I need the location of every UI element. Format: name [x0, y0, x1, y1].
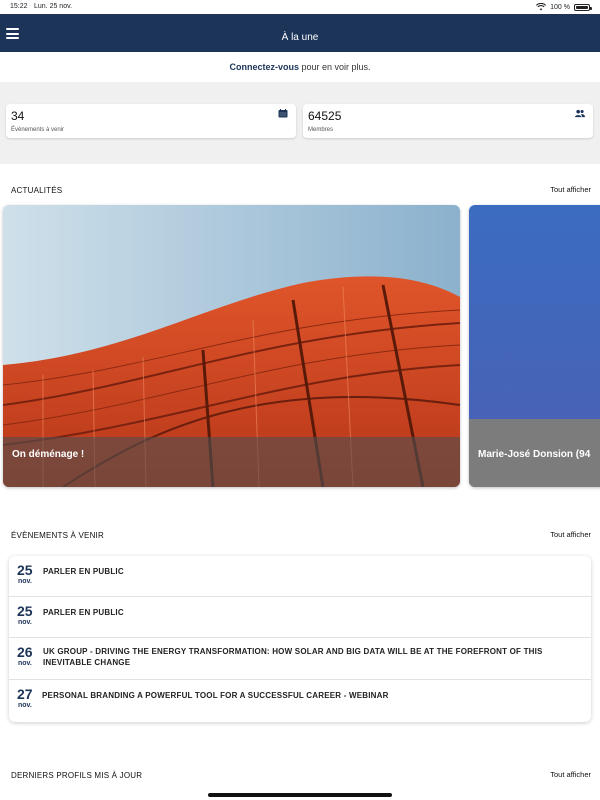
event-month: nov.	[18, 660, 32, 667]
news-card[interactable]: On déménage !	[3, 205, 460, 487]
news-card[interactable]: Marie-José Donsion (94	[469, 205, 600, 487]
stat-events-value: 34	[11, 109, 25, 123]
stat-members-value: 64525	[308, 109, 342, 123]
news-card-title: On déménage !	[12, 449, 85, 460]
status-right: 100 %	[536, 3, 592, 11]
status-time: 15:22	[10, 3, 28, 10]
stat-members-card[interactable]: 64525 Membres	[303, 104, 593, 138]
event-day: 27	[17, 686, 33, 702]
news-section-title: ACTUALITÉS	[11, 186, 63, 195]
event-day: 25	[17, 603, 33, 619]
battery-icon	[574, 3, 592, 11]
news-see-all-link[interactable]: Tout afficher	[550, 185, 591, 194]
top-navbar: À la une	[0, 14, 600, 52]
event-day: 25	[17, 562, 33, 578]
status-date: Lun. 25 nov.	[34, 3, 73, 10]
connect-text: pour en voir plus.	[298, 62, 371, 72]
event-month: nov.	[18, 702, 32, 709]
login-link[interactable]: Connectez-vous	[229, 62, 299, 72]
events-see-all-link[interactable]: Tout afficher	[550, 530, 591, 539]
page-title: À la une	[281, 32, 319, 43]
battery-percent: 100 %	[550, 3, 570, 11]
connect-banner: Connectez-vous pour en voir plus.	[0, 52, 600, 82]
event-item[interactable]: 26 nov. UK GROUP - DRIVING THE ENERGY TR…	[9, 638, 591, 680]
stat-events-card[interactable]: 34 Évènements à venir	[6, 104, 296, 138]
event-title: UK GROUP - DRIVING THE ENERGY TRANSFORMA…	[43, 647, 543, 667]
profiles-section-title: DERNIERS PROFILS MIS À JOUR	[11, 771, 143, 780]
event-item[interactable]: 25 nov. PARLER EN PUBLIC	[9, 597, 591, 638]
events-section-title: ÉVÈNEMENTS À VENIR	[11, 531, 104, 540]
wifi-icon	[536, 3, 547, 11]
stat-members-label: Membres	[308, 127, 334, 133]
people-icon	[575, 109, 585, 118]
event-item[interactable]: 25 nov. PARLER EN PUBLIC	[9, 556, 591, 597]
event-month: nov.	[18, 619, 32, 626]
home-indicator	[208, 793, 392, 797]
event-title: PERSONAL BRANDING A POWERFUL TOOL FOR A …	[42, 691, 389, 700]
news-card-title: Marie-José Donsion (94	[478, 449, 591, 460]
event-title: PARLER EN PUBLIC	[43, 608, 124, 617]
event-day: 26	[17, 644, 33, 660]
status-bar: 15:22 Lun. 25 nov. 100 %	[0, 0, 600, 14]
event-title: PARLER EN PUBLIC	[43, 567, 124, 576]
calendar-icon	[278, 109, 288, 118]
event-month: nov.	[18, 578, 32, 585]
event-item[interactable]: 27 nov. PERSONAL BRANDING A POWERFUL TOO…	[9, 680, 591, 722]
stats-section: 34 Évènements à venir 64525 Membres	[0, 82, 600, 164]
profiles-see-all-link[interactable]: Tout afficher	[550, 770, 591, 779]
events-list: 25 nov. PARLER EN PUBLIC 25 nov. PARLER …	[9, 556, 591, 722]
stat-events-label: Évènements à venir	[11, 127, 65, 133]
card-overlay	[3, 437, 460, 487]
